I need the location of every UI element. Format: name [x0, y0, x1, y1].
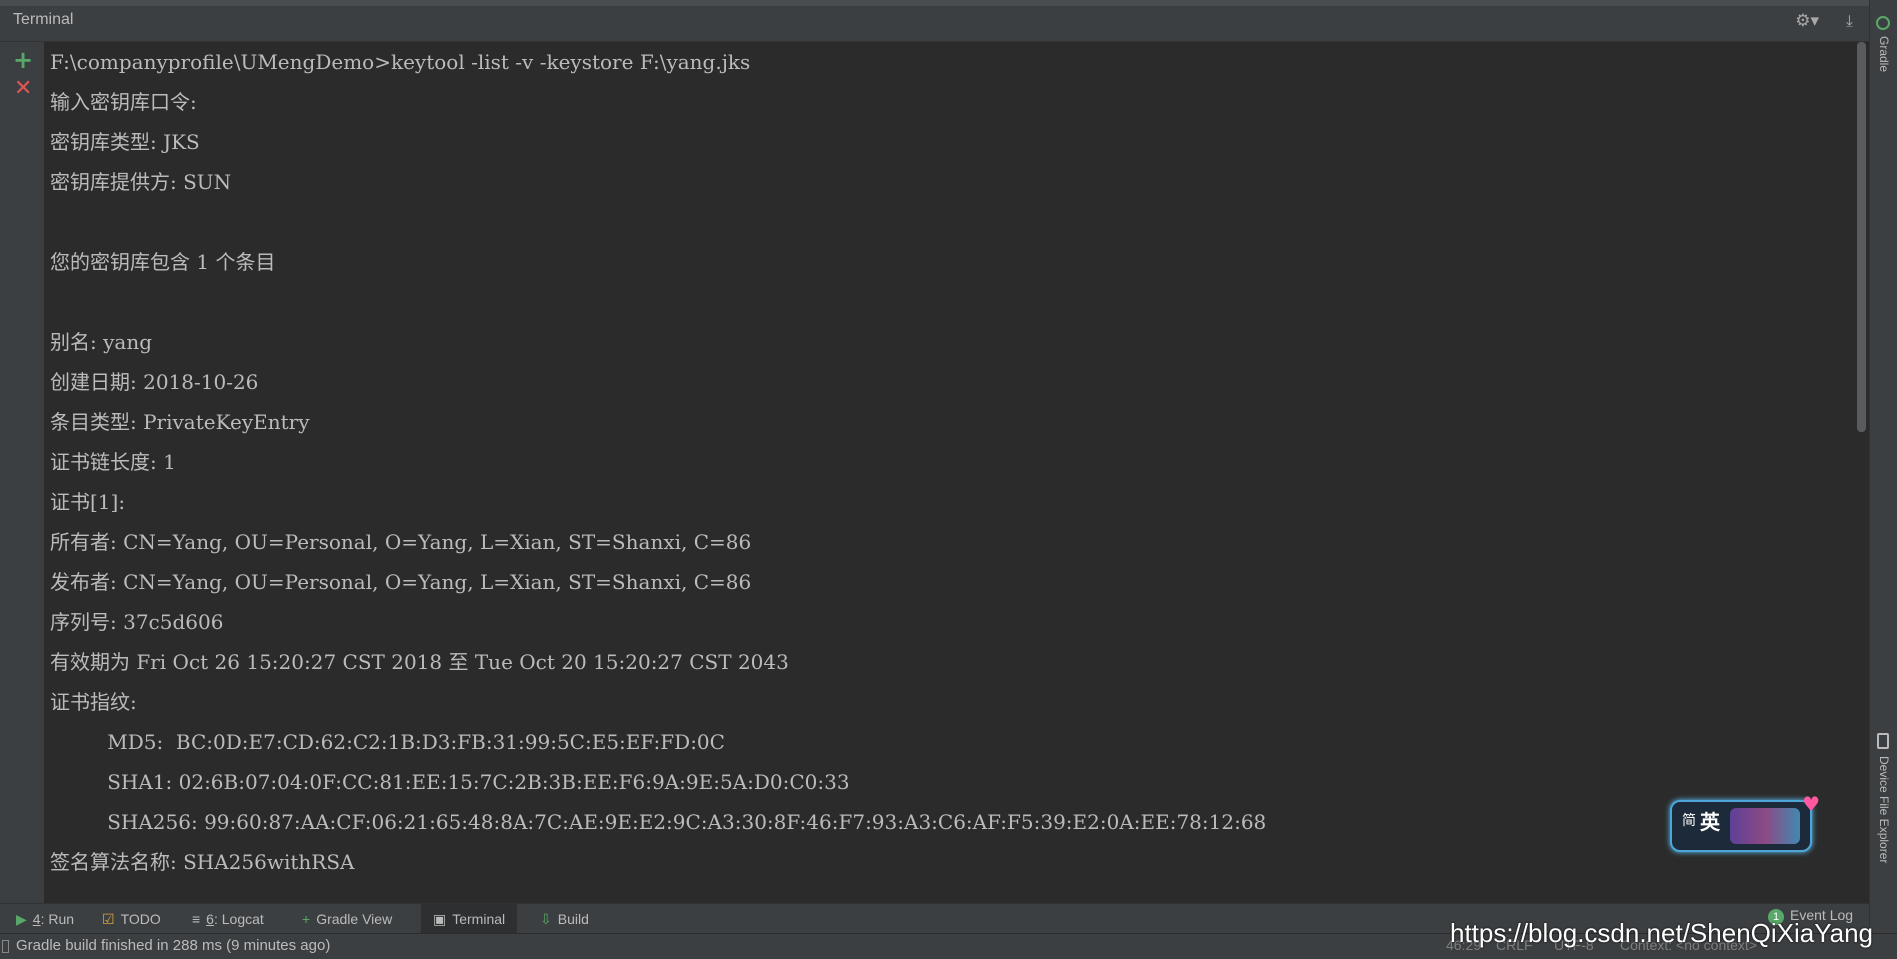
- terminal-line: 签名算法名称: SHA256withRSA: [50, 850, 355, 874]
- scrollbar-thumb[interactable]: [1857, 42, 1866, 432]
- heart-icon: ♥: [1802, 792, 1820, 816]
- tab-todo[interactable]: ☑ TODO: [102, 904, 161, 934]
- terminal-line: 发布者: CN=Yang, OU=Personal, O=Yang, L=Xia…: [50, 570, 752, 594]
- tab-logcat-number: 6: [206, 911, 214, 927]
- terminal-line: 输入密钥库口令:: [50, 90, 197, 114]
- terminal-line: 创建日期: 2018-10-26: [50, 370, 259, 394]
- terminal-icon: ▣: [433, 911, 447, 927]
- terminal-line: 别名: yang: [50, 330, 153, 354]
- ime-decoration: [1730, 808, 1800, 844]
- terminal-line: 序列号: 37c5d606: [50, 610, 224, 634]
- tab-todo-label: TODO: [120, 911, 161, 927]
- gradle-tool-button[interactable]: Gradle: [1877, 36, 1891, 72]
- terminal-line: 证书[1]:: [50, 490, 126, 514]
- scrollbar[interactable]: [1854, 42, 1869, 903]
- device-file-explorer-button[interactable]: Device File Explorer: [1877, 756, 1891, 863]
- tab-terminal-label: Terminal: [452, 911, 506, 927]
- tab-run-label: : Run: [40, 911, 75, 927]
- build-icon: ⇩: [540, 911, 552, 927]
- terminal-line: MD5: BC:0D:E7:CD:62:C2:1B:D3:FB:31:99:5C…: [50, 730, 725, 754]
- tab-build[interactable]: ⇩ Build: [540, 904, 589, 934]
- todo-icon: ☑: [102, 911, 115, 927]
- status-message: Gradle build finished in 288 ms (9 minut…: [16, 937, 331, 954]
- watermark: https://blog.csdn.net/ShenQiXiaYang: [1450, 918, 1874, 948]
- status-toggle-icon[interactable]: [2, 940, 9, 953]
- terminal-line: 所有者: CN=Yang, OU=Personal, O=Yang, L=Xia…: [50, 530, 752, 554]
- terminal-line: 有效期为 Fri Oct 26 15:20:27 CST 2018 至 Tue …: [50, 650, 789, 674]
- terminal-toolbar: + ✕: [0, 42, 45, 903]
- panel-title: Terminal: [13, 11, 74, 28]
- tab-logcat[interactable]: ≡ 6: Logcat: [192, 904, 264, 934]
- ime-status-widget[interactable]: 简 英 ♥: [1670, 792, 1820, 852]
- tab-run[interactable]: ▶ 4: Run: [16, 904, 74, 934]
- gear-icon[interactable]: ⚙▾: [1795, 11, 1819, 31]
- run-icon: ▶: [16, 911, 27, 927]
- ime-mode-big: 英: [1700, 810, 1720, 834]
- tab-gradle-view[interactable]: + Gradle View: [302, 904, 392, 934]
- ide-window: Terminal ⚙▾ ⤓ + ✕ F:\companyprofile\UMen…: [0, 0, 1897, 959]
- plus-icon: +: [302, 911, 311, 927]
- ime-mode-small: 简: [1682, 813, 1696, 829]
- logcat-icon: ≡: [192, 911, 201, 927]
- terminal-line: F:\companyprofile\UMengDemo>keytool -lis…: [50, 50, 751, 74]
- tab-run-number: 4: [32, 911, 41, 927]
- hide-icon[interactable]: ⤓: [1846, 11, 1853, 31]
- close-icon[interactable]: ✕: [14, 76, 32, 101]
- terminal-output[interactable]: F:\companyprofile\UMengDemo>keytool -lis…: [44, 42, 1854, 903]
- plus-icon[interactable]: +: [13, 46, 33, 74]
- terminal-line: SHA256: 99:60:87:AA:CF:06:21:65:48:8A:7C…: [50, 810, 1267, 834]
- terminal-panel-header: Terminal ⚙▾ ⤓: [0, 0, 1869, 42]
- gradle-icon[interactable]: [1876, 16, 1890, 30]
- device-icon[interactable]: [1877, 733, 1889, 749]
- terminal-line: 证书指纹:: [50, 690, 137, 714]
- terminal-line: 密钥库类型: JKS: [50, 130, 200, 154]
- editor-tabs-strip: [0, 0, 1869, 6]
- terminal-line: 证书链长度: 1: [50, 450, 176, 474]
- right-tool-strip: Gradle Device File Explorer: [1869, 0, 1897, 959]
- terminal-line: 密钥库提供方: SUN: [50, 170, 232, 194]
- tab-build-label: Build: [557, 911, 589, 927]
- tab-gradle-view-label: Gradle View: [316, 911, 393, 927]
- terminal-line: SHA1: 02:6B:07:04:0F:CC:81:EE:15:7C:2B:3…: [50, 770, 850, 794]
- tab-terminal[interactable]: ▣ Terminal: [421, 904, 518, 934]
- terminal-line: 您的密钥库包含 1 个条目: [50, 250, 276, 274]
- tab-logcat-label: : Logcat: [213, 911, 264, 927]
- terminal-line: 条目类型: PrivateKeyEntry: [50, 410, 310, 434]
